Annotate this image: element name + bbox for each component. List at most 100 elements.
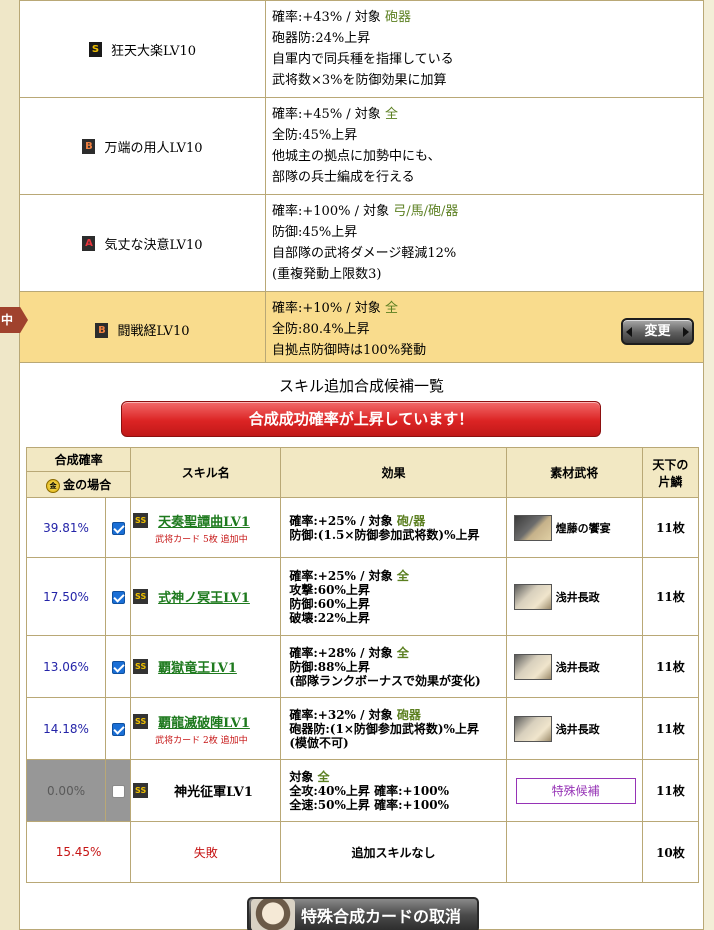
checkbox-cell xyxy=(105,557,132,636)
rank-ss-icon: SS xyxy=(133,512,149,528)
effect-line: 自軍内で同兵種を指揮している xyxy=(272,52,454,67)
skill-cell: SS 天奏聖譚曲LV1 武将カード 5枚 追加中 xyxy=(130,497,282,558)
rank-a-icon: A xyxy=(82,236,96,251)
effect-line: 防御:45%上昇 xyxy=(272,225,358,240)
skill-name-cell: B 万端の用人LV10 xyxy=(19,97,266,195)
cancel-label: 特殊合成カードの取消 xyxy=(301,907,462,926)
target-value: 全 xyxy=(384,301,398,316)
skill-name-cell: S 狂天大楽LV10 xyxy=(19,0,266,98)
change-button[interactable]: 変更 xyxy=(621,318,694,345)
candidate-checkbox[interactable] xyxy=(111,784,125,798)
candidate-panel: スキル追加合成候補一覧 合成成功確率が上昇しています！ 合成確率 スキル名 効果… xyxy=(19,362,704,930)
header-count-line2: 片鱗 xyxy=(658,474,683,489)
rate-value: 39.81% xyxy=(25,497,107,558)
effect-line: (部隊ランクボーナスで効果が変化) xyxy=(289,673,481,688)
skill-cell: SS 神光征軍LV1 xyxy=(130,759,282,822)
skill-link[interactable]: 覇獄竜王LV1 xyxy=(158,657,237,676)
current-skills-table: S 狂天大楽LV10 確率:+43% / 対象 砲器 砲器防:24%上昇 自軍内で… xyxy=(19,0,704,368)
effect-line: 確率:+100% / 対象 弓/馬/砲/器 xyxy=(272,201,695,222)
skill-name-cell: A 気丈な決意LV10 xyxy=(19,194,266,292)
skill-cell: SS 式神ノ冥王LV1 xyxy=(130,557,282,636)
material-cell-empty xyxy=(505,821,643,883)
candidate-checkbox[interactable] xyxy=(111,521,125,535)
skill-row-selected: B 闘戦経LV10 確率:+10% / 対象 全 全防:80.4%上昇 自拠点防御… xyxy=(19,291,704,368)
general-portrait xyxy=(513,583,552,610)
header-skill: スキル名 xyxy=(130,447,282,498)
effect-line: 他城主の拠点に加勢中にも、 xyxy=(272,149,441,164)
rank-ss-icon: SS xyxy=(133,659,149,674)
no-skill-note: 追加スキルなし xyxy=(280,821,507,883)
checkbox-cell xyxy=(105,635,132,698)
card-note: 武将カード 2枚 追加中 xyxy=(155,735,248,746)
skill-effect-cell: 確率:+43% / 対象 砲器 砲器防:24%上昇 自軍内で同兵種を指揮している… xyxy=(265,0,704,98)
skill-row: S 狂天大楽LV10 確率:+43% / 対象 砲器 砲器防:24%上昇 自軍内で… xyxy=(19,0,704,98)
effect-cell: 確率:+25% / 対象 全 攻撃:60%上昇 防御:60%上昇 破壊:22%上… xyxy=(280,557,507,636)
effect-text: 確率:+43% / 対象 砲器 xyxy=(272,10,411,25)
count-value: 11枚 xyxy=(641,557,700,636)
effect-line: 全防:45%上昇 xyxy=(272,128,358,143)
effect-line: 防御:60%上昇 xyxy=(289,596,370,611)
skill-name: 気丈な決意LV10 xyxy=(104,237,203,253)
rank-ss-icon: SS xyxy=(133,783,149,798)
header-rate: 合成確率 xyxy=(25,447,132,472)
special-candidate-button[interactable]: 特殊候補 xyxy=(515,777,636,804)
checkbox-cell xyxy=(105,497,132,558)
skill-name: 狂天大楽LV10 xyxy=(110,43,197,59)
candidate-checkbox[interactable] xyxy=(111,590,125,604)
effect-line: 確率:+25% / 対象 全 xyxy=(289,569,500,583)
skill-name: 神光征軍LV1 xyxy=(174,785,253,800)
effect-cell: 対象 全 全攻:40%上昇 確率:+100% 全速:50%上昇 確率:+100% xyxy=(280,759,507,822)
candidate-checkbox[interactable] xyxy=(111,660,125,674)
effect-line: 対象 全 xyxy=(289,770,500,784)
skill-name-cell: B 闘戦経LV10 xyxy=(19,291,266,368)
effect-line: 攻撃:60%上昇 xyxy=(289,582,370,597)
cancel-special-card-button[interactable]: 特殊合成カードの取消 xyxy=(247,897,479,930)
header-gold-label: 金の場合 xyxy=(63,478,112,492)
skill-row: A 気丈な決意LV10 確率:+100% / 対象 弓/馬/砲/器 防御:45%上… xyxy=(19,194,704,292)
skill-link[interactable]: 覇龍滅破陣LV1 xyxy=(158,712,250,731)
general-portrait xyxy=(513,715,552,742)
effect-line: 確率:+25% / 対象 砲/器 xyxy=(289,514,500,528)
effect-cell: 確率:+32% / 対象 砲器 砲器防:(1×防御参加武将数)%上昇 (模倣不可… xyxy=(280,697,507,760)
candidate-table: 合成確率 スキル名 効果 素材武将 天下の 片鱗 金金の場合 39.81% SS… xyxy=(25,447,700,883)
effect-line: 部隊の兵士編成を行える xyxy=(272,170,415,185)
count-value: 11枚 xyxy=(641,697,700,760)
effect-line: 砲器防:(1×防御参加武将数)%上昇 xyxy=(289,721,479,736)
skill-cell: SS 覇龍滅破陣LV1 武将カード 2枚 追加中 xyxy=(130,697,282,760)
header-material: 素材武将 xyxy=(505,447,643,498)
table-row: 14.18% SS 覇龍滅破陣LV1 武将カード 2枚 追加中 確率:+32% /… xyxy=(25,697,700,760)
effect-cell: 確率:+28% / 対象 全 防御:88%上昇 (部隊ランクボーナスで効果が変化… xyxy=(280,635,507,698)
rank-s-icon: S xyxy=(88,42,102,57)
fail-rate: 15.45% xyxy=(25,821,132,883)
page-left-edge xyxy=(0,0,20,930)
target-value: 全 xyxy=(317,769,330,784)
checkbox-cell xyxy=(105,759,132,822)
effect-text: 確率:+10% / 対象 全 xyxy=(272,301,398,316)
target-value: 砲器 xyxy=(384,10,411,25)
effect-line: 防御:88%上昇 xyxy=(289,659,370,674)
general-portrait xyxy=(513,653,552,680)
skill-name: 闘戦経LV10 xyxy=(117,324,190,339)
skill-link[interactable]: 式神ノ冥王LV1 xyxy=(158,587,250,606)
rate-value: 17.50% xyxy=(25,557,107,636)
table-row: 0.00% SS 神光征軍LV1 対象 全 全攻:40%上昇 確率:+100% 全… xyxy=(25,759,700,822)
effect-line: 確率:+43% / 対象 砲器 xyxy=(272,7,695,28)
effect-line: 全攻:40%上昇 確率:+100% xyxy=(289,783,450,798)
panel-title: スキル追加合成候補一覧 xyxy=(278,377,444,395)
skill-effect-cell: 確率:+100% / 対象 弓/馬/砲/器 防御:45%上昇 自部隊の武将ダメー… xyxy=(265,194,704,292)
effect-text: 確率:+28% / 対象 全 xyxy=(289,645,409,660)
header-count: 天下の 片鱗 xyxy=(641,447,700,498)
candidate-checkbox[interactable] xyxy=(111,722,125,736)
effect-text: 確率:+25% / 対象 砲/器 xyxy=(289,513,426,528)
header-gold[interactable]: 金金の場合 xyxy=(25,471,132,498)
material-name: 浅井長政 xyxy=(555,660,600,674)
skill-link[interactable]: 天奏聖譚曲LV1 xyxy=(158,511,250,530)
table-row: 17.50% SS 式神ノ冥王LV1 確率:+25% / 対象 全 攻撃:60%上… xyxy=(25,557,700,636)
effect-line: 確率:+32% / 対象 砲器 xyxy=(289,708,500,722)
target-value: 砲器 xyxy=(396,707,421,722)
rate-value: 14.18% xyxy=(25,697,107,760)
header-row: 合成確率 スキル名 効果 素材武将 天下の 片鱗 xyxy=(25,447,700,498)
header-effect: 効果 xyxy=(280,447,507,498)
success-rate-banner: 合成成功確率が上昇しています！ xyxy=(121,401,601,437)
target-value: 全 xyxy=(396,645,409,660)
